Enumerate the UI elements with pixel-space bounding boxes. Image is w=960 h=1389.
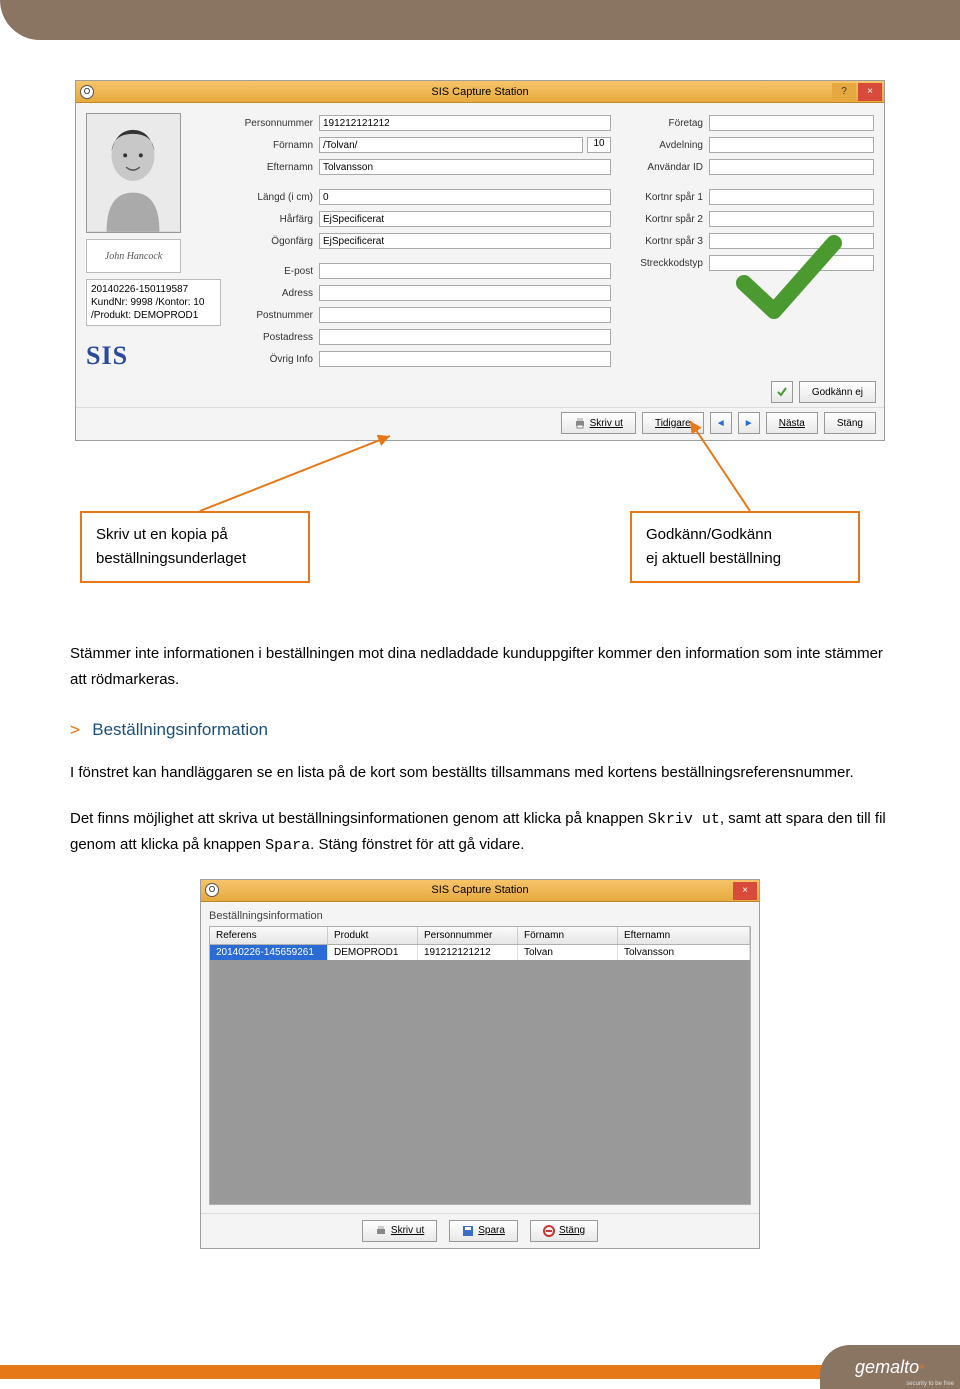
godkann-ej-button[interactable]: Godkänn ej: [799, 381, 876, 403]
table-row[interactable]: 20140226-145659261 DEMOPROD1 19121212121…: [210, 945, 750, 960]
section-heading: >Beställningsinformation: [70, 720, 890, 740]
label-harfarg: Hårfärg: [229, 214, 319, 225]
printer-icon: [574, 417, 586, 429]
list-caption: Beställningsinformation: [209, 910, 751, 922]
tidigare-button[interactable]: Tidigare: [642, 412, 704, 434]
input-fornamn[interactable]: [319, 137, 583, 153]
input-ovriginfo[interactable]: [319, 351, 611, 367]
input-kortnr2[interactable]: [709, 211, 874, 227]
label-foretag: Företag: [619, 118, 709, 129]
input-personnummer[interactable]: [319, 115, 611, 131]
save-icon: [462, 1225, 474, 1237]
titlebar-2: O SIS Capture Station ×: [201, 880, 759, 902]
order-info-box: 20140226-150119587 KundNr: 9998 /Kontor:…: [86, 279, 221, 326]
order-meta: KundNr: 9998 /Kontor: 10 /Produkt: DEMOP…: [91, 296, 216, 322]
spara-button[interactable]: Spara: [449, 1220, 518, 1242]
prev-arrow-button[interactable]: ◄: [710, 412, 732, 434]
footer-bar: [0, 1365, 960, 1379]
label-postnummer: Postnummer: [229, 310, 319, 321]
help-button[interactable]: ?: [832, 83, 856, 101]
input-postnummer[interactable]: [319, 307, 611, 323]
input-harfarg[interactable]: [319, 211, 611, 227]
approve-toggle-icon[interactable]: [771, 381, 793, 403]
callout-right-line1: Godkänn/Godkänn: [646, 523, 844, 547]
label-langd: Längd (i cm): [229, 192, 319, 203]
label-streckkod: Streckkodstyp: [619, 258, 709, 269]
label-adress: Adress: [229, 288, 319, 299]
window-title: SIS Capture Station: [76, 86, 884, 98]
cell-produkt: DEMOPROD1: [328, 945, 418, 960]
label-ovriginfo: Övrig Info: [229, 354, 319, 365]
page-top-band: [0, 0, 960, 40]
cell-personnummer: 191212121212: [418, 945, 518, 960]
order-id: 20140226-150119587: [91, 283, 216, 296]
app-window-main: O SIS Capture Station ? ×: [75, 80, 885, 441]
input-adress[interactable]: [319, 285, 611, 301]
label-kortnr1: Kortnr spår 1: [619, 192, 709, 203]
brand-logo: gemalto× security to be free: [820, 1345, 960, 1389]
page-footer: gemalto× security to be free: [0, 1345, 960, 1389]
cell-efternamn: Tolvansson: [618, 945, 750, 960]
chevron-icon: >: [70, 720, 80, 740]
col-referens[interactable]: Referens: [210, 927, 328, 944]
callout-diagram: Skriv ut en kopia på beställningsunderla…: [70, 451, 890, 611]
label-epost: E-post: [229, 266, 319, 277]
cell-referens: 20140226-145659261: [210, 945, 328, 960]
input-kortnr1[interactable]: [709, 189, 874, 205]
paragraph-2: I fönstret kan handläggaren se en lista …: [70, 760, 890, 786]
checkmark-icon: [734, 233, 844, 323]
titlebar: O SIS Capture Station ? ×: [76, 81, 884, 103]
input-anvandarid[interactable]: [709, 159, 874, 175]
col-fornamn[interactable]: Förnamn: [518, 927, 618, 944]
callout-left: Skriv ut en kopia på beställningsunderla…: [80, 511, 310, 583]
col-personnummer[interactable]: Personnummer: [418, 927, 518, 944]
label-efternamn: Efternamn: [229, 162, 319, 173]
callout-right: Godkänn/Godkänn ej aktuell beställning: [630, 511, 860, 583]
sis-logo: SIS: [86, 341, 221, 371]
col-efternamn[interactable]: Efternamn: [618, 927, 750, 944]
input-avdelning[interactable]: [709, 137, 874, 153]
label-anvandarid: Användar ID: [619, 162, 709, 173]
label-kortnr3: Kortnr spår 3: [619, 236, 709, 247]
label-kortnr2: Kortnr spår 2: [619, 214, 709, 225]
stang-button-2[interactable]: Stäng: [530, 1220, 598, 1242]
stang-button[interactable]: Stäng: [824, 412, 876, 434]
input-langd[interactable]: [319, 189, 611, 205]
input-postadress[interactable]: [319, 329, 611, 345]
paragraph-3: Det finns möjlighet att skriva ut bestäl…: [70, 806, 890, 859]
callout-right-line2: ej aktuell beställning: [646, 547, 844, 571]
label-personnummer: Personnummer: [229, 118, 319, 129]
printer-icon: [375, 1225, 387, 1237]
table-body[interactable]: 20140226-145659261 DEMOPROD1 19121212121…: [209, 945, 751, 1205]
input-ogonfarg[interactable]: [319, 233, 611, 249]
stop-icon: [543, 1225, 555, 1237]
signature-image: John Hancock: [86, 239, 181, 273]
label-ogonfarg: Ögonfärg: [229, 236, 319, 247]
skriv-ut-button-2[interactable]: Skriv ut: [362, 1220, 437, 1242]
label-avdelning: Avdelning: [619, 140, 709, 151]
paragraph-1: Stämmer inte informationen i beställning…: [70, 641, 890, 692]
close-button-2[interactable]: ×: [733, 882, 757, 900]
cell-fornamn: Tolvan: [518, 945, 618, 960]
nasta-button[interactable]: Nästa: [766, 412, 818, 434]
input-foretag[interactable]: [709, 115, 874, 131]
callout-left-line1: Skriv ut en kopia på: [96, 523, 294, 547]
skriv-ut-button[interactable]: Skriv ut: [561, 412, 636, 434]
next-arrow-button[interactable]: ►: [738, 412, 760, 434]
fornamn-count: 10: [587, 137, 611, 153]
label-fornamn: Förnamn: [229, 140, 319, 151]
label-postadress: Postadress: [229, 332, 319, 343]
app-window-orderinfo: O SIS Capture Station × Beställningsinfo…: [200, 879, 760, 1249]
input-efternamn[interactable]: [319, 159, 611, 175]
callout-left-line2: beställningsunderlaget: [96, 547, 294, 571]
photo-thumbnail: [86, 113, 181, 233]
close-button[interactable]: ×: [858, 83, 882, 101]
table-header: Referens Produkt Personnummer Förnamn Ef…: [209, 926, 751, 945]
person-photo-icon: [87, 114, 180, 232]
input-epost[interactable]: [319, 263, 611, 279]
window-title-2: SIS Capture Station: [201, 884, 759, 896]
col-produkt[interactable]: Produkt: [328, 927, 418, 944]
